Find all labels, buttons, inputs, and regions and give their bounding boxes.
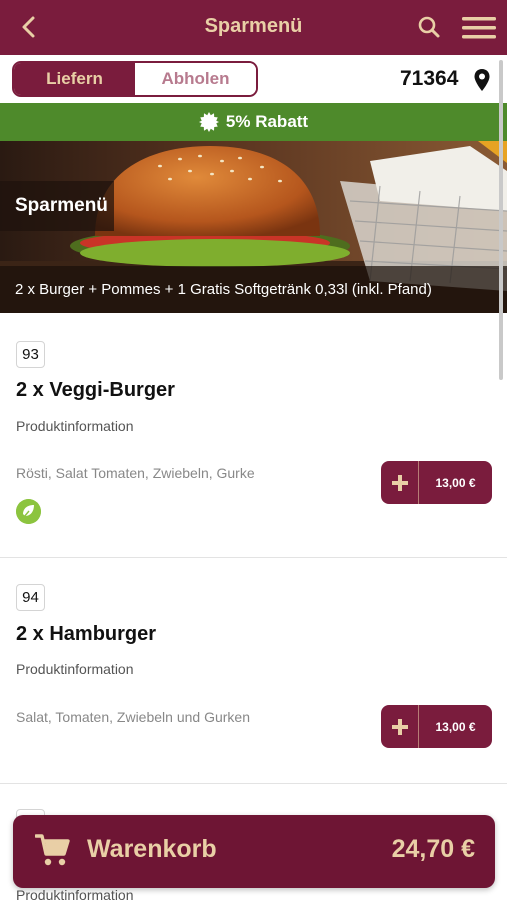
product-item: 93 2 x Veggi-Burger Produktinformation R… bbox=[0, 313, 507, 557]
vegetarian-icon bbox=[16, 499, 41, 524]
cart-button[interactable]: Warenkorb 24,70 € bbox=[13, 815, 495, 888]
order-mode-bar: Liefern Abholen 71364 bbox=[0, 55, 507, 103]
plus-icon bbox=[381, 705, 419, 748]
product-number: 94 bbox=[16, 584, 45, 611]
product-info-link[interactable]: Produktinformation bbox=[16, 887, 134, 900]
category-description: 2 x Burger + Pommes + 1 Gratis Softgeträ… bbox=[0, 266, 507, 313]
category-hero: Sparmenü 2 x Burger + Pommes + 1 Gratis … bbox=[0, 141, 507, 313]
product-info-link[interactable]: Produktinformation bbox=[16, 418, 134, 434]
cart-total: 24,70 € bbox=[391, 835, 475, 863]
product-item: 94 2 x Hamburger Produktinformation Sala… bbox=[0, 557, 507, 783]
product-info-link[interactable]: Produktinformation bbox=[16, 661, 134, 677]
category-title: Sparmenü bbox=[0, 181, 114, 231]
location-pin-icon[interactable] bbox=[473, 68, 491, 92]
tab-abholen[interactable]: Abholen bbox=[135, 63, 256, 95]
badge-star-icon bbox=[198, 112, 219, 132]
product-ingredients: Salat, Tomaten, Zwiebeln und Gurken bbox=[16, 709, 250, 725]
top-app-bar: Sparmenü bbox=[0, 0, 507, 55]
product-name: 2 x Veggi-Burger bbox=[16, 379, 175, 401]
shopping-cart-icon bbox=[35, 834, 70, 866]
search-icon[interactable] bbox=[414, 12, 444, 42]
plus-icon bbox=[381, 461, 419, 504]
discount-text: 5% Rabatt bbox=[225, 112, 309, 131]
add-to-cart-button[interactable]: 13,00 € bbox=[381, 461, 492, 504]
postal-code[interactable]: 71364 bbox=[400, 67, 458, 91]
hamburger-menu-icon[interactable] bbox=[460, 13, 498, 43]
add-to-cart-button[interactable]: 13,00 € bbox=[381, 705, 492, 748]
product-number: 93 bbox=[16, 341, 45, 368]
product-ingredients: Rösti, Salat Tomaten, Zwiebeln, Gurke bbox=[16, 465, 255, 481]
cart-label: Warenkorb bbox=[87, 835, 217, 863]
discount-banner: 5% Rabatt bbox=[0, 103, 507, 141]
product-price: 13,00 € bbox=[435, 719, 476, 734]
product-name: 2 x Hamburger bbox=[16, 623, 157, 645]
product-price: 13,00 € bbox=[435, 475, 476, 490]
tab-liefern[interactable]: Liefern bbox=[14, 63, 135, 95]
order-mode-toggle: Liefern Abholen bbox=[12, 61, 258, 97]
